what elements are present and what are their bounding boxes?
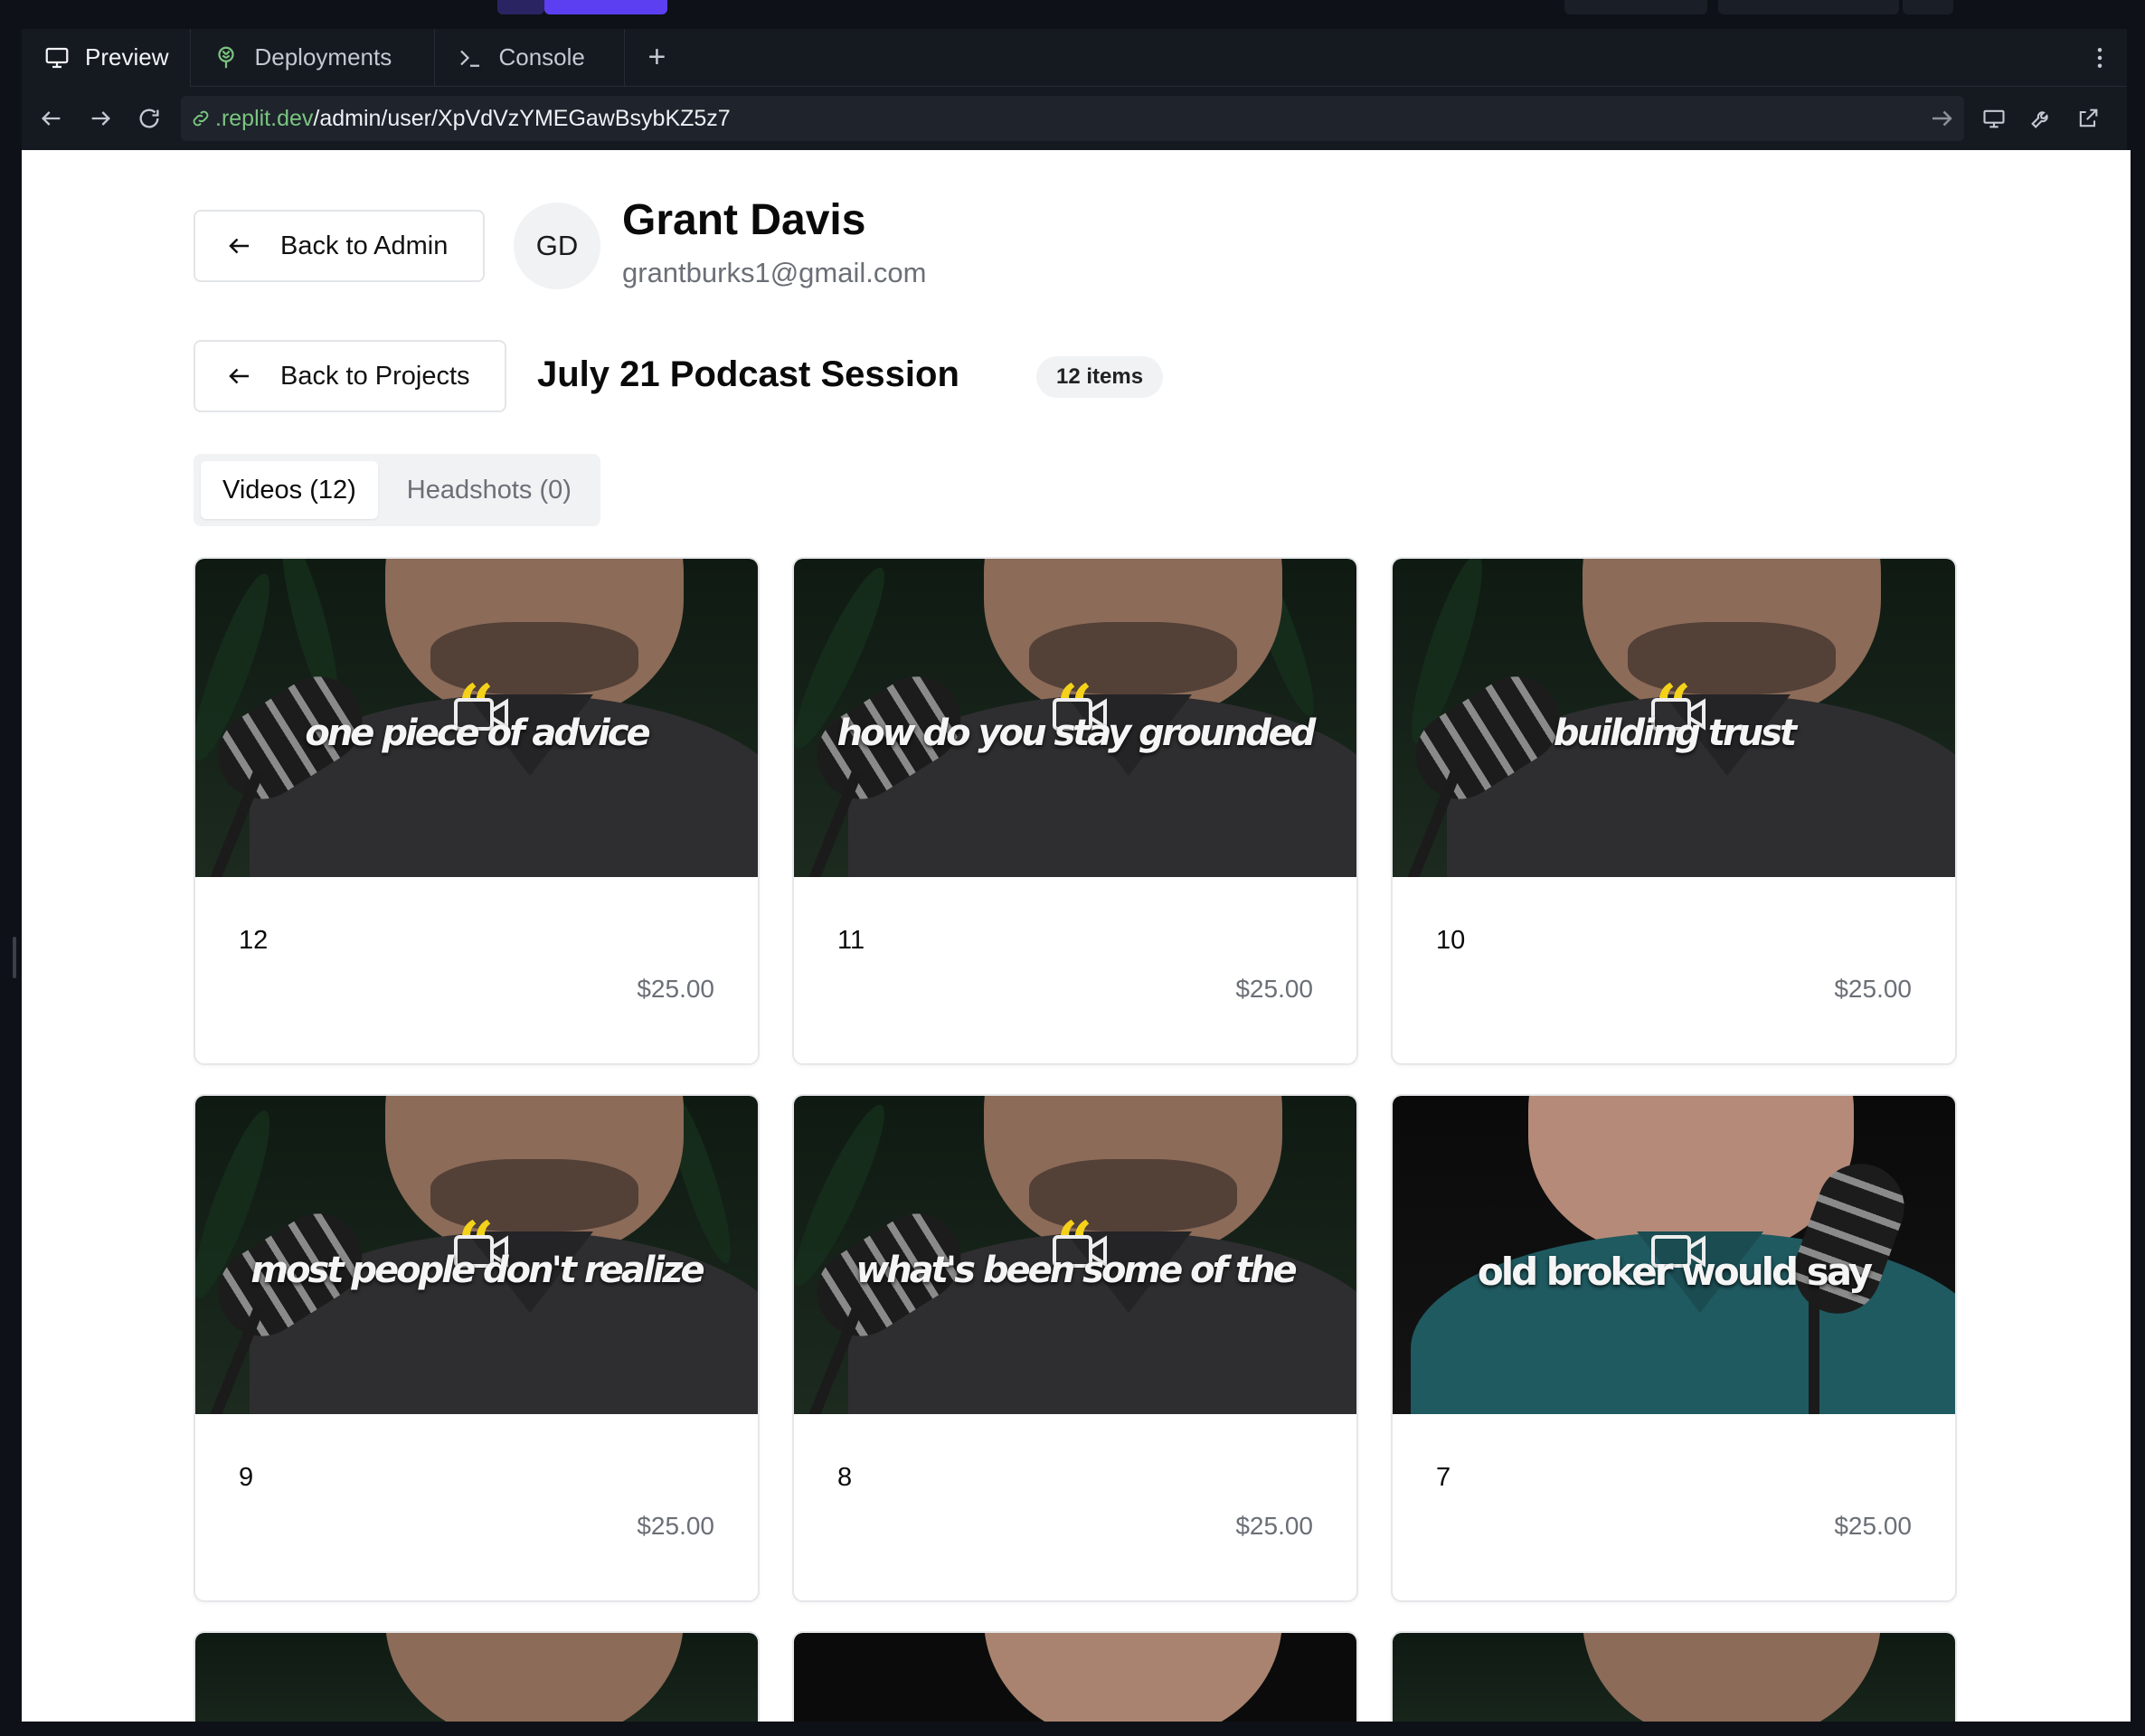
button-label: Back to Admin bbox=[280, 231, 449, 260]
video-card[interactable] bbox=[194, 1631, 760, 1722]
video-thumbnail bbox=[195, 1633, 758, 1722]
user-name: Grant Davis bbox=[622, 196, 866, 244]
video-thumbnail: old broker would say bbox=[1393, 1096, 1955, 1414]
devices-icon[interactable] bbox=[1973, 94, 2015, 143]
arrow-left-icon bbox=[229, 238, 249, 254]
video-thumbnail: “ one piece of advice bbox=[195, 559, 758, 877]
toolbar-button-ghost[interactable] bbox=[1564, 0, 1707, 14]
resize-handle[interactable] bbox=[13, 937, 16, 978]
tab-deployments[interactable]: Deployments bbox=[191, 28, 436, 87]
back-arrow-icon[interactable] bbox=[27, 94, 76, 143]
left-gutter bbox=[0, 87, 22, 1736]
video-price: $25.00 bbox=[1834, 1512, 1912, 1540]
video-card[interactable] bbox=[792, 1631, 1358, 1722]
ide-tab-bar: Preview Deployments Console + bbox=[22, 28, 2127, 87]
video-thumbnail: “ building trust bbox=[1393, 559, 1955, 877]
video-price: $25.00 bbox=[1834, 975, 1912, 1003]
video-number: 8 bbox=[837, 1463, 853, 1492]
reload-icon[interactable] bbox=[125, 94, 174, 143]
video-card[interactable] bbox=[1391, 1631, 1957, 1722]
monitor-icon bbox=[45, 47, 69, 68]
toolbar-button-ghost[interactable] bbox=[1903, 0, 1953, 14]
video-thumbnail: “ how do you stay grounded bbox=[794, 559, 1356, 877]
more-vertical-icon[interactable] bbox=[2073, 29, 2127, 87]
items-count-badge: 12 items bbox=[1036, 356, 1164, 398]
tab-console[interactable]: Console bbox=[435, 28, 626, 87]
video-thumbnail bbox=[794, 1633, 1356, 1722]
terminal-icon bbox=[460, 50, 480, 67]
url-field[interactable]: .replit.dev/admin/user/XpVdVzYMEGawBsybK… bbox=[181, 96, 1964, 141]
video-caption: one piece of advice bbox=[305, 712, 650, 754]
video-card[interactable]: “ what's been some of the 8 $25.00 bbox=[792, 1094, 1358, 1602]
video-thumbnail: “ what's been some of the bbox=[794, 1096, 1356, 1414]
go-arrow-icon[interactable] bbox=[1928, 105, 1955, 132]
video-card[interactable]: old broker would say 7 $25.00 bbox=[1391, 1094, 1957, 1602]
tab-headshots[interactable]: Headshots (0) bbox=[385, 461, 593, 519]
video-caption: what's been some of the bbox=[855, 1250, 1297, 1291]
tab-preview[interactable]: Preview bbox=[22, 28, 192, 87]
add-tab-button[interactable]: + bbox=[625, 29, 688, 87]
open-external-icon[interactable] bbox=[2067, 94, 2109, 143]
video-number: 7 bbox=[1436, 1463, 1451, 1492]
video-card[interactable]: “ how do you stay grounded 11 $25.00 bbox=[792, 557, 1358, 1065]
arrow-left-icon bbox=[229, 368, 249, 384]
button-label: Back to Projects bbox=[280, 361, 470, 391]
forward-arrow-icon[interactable] bbox=[76, 94, 125, 143]
video-price: $25.00 bbox=[637, 975, 714, 1003]
back-to-projects-button[interactable]: Back to Projects bbox=[194, 340, 506, 412]
address-bar: .replit.dev/admin/user/XpVdVzYMEGawBsybK… bbox=[22, 87, 2127, 150]
video-price: $25.00 bbox=[1235, 975, 1313, 1003]
preview-pane: Back to Admin GD Grant Davis grantburks1… bbox=[22, 150, 2131, 1722]
video-caption: how do you stay grounded bbox=[836, 712, 1317, 754]
back-to-admin-button[interactable]: Back to Admin bbox=[194, 210, 485, 282]
video-thumbnail: “ most people don't realize bbox=[195, 1096, 758, 1414]
video-number: 12 bbox=[239, 926, 269, 955]
url-path: /admin/user/XpVdVzYMEGawBsybKZ5z7 bbox=[313, 105, 731, 131]
video-number: 10 bbox=[1436, 926, 1466, 955]
tab-label: Preview bbox=[85, 43, 169, 71]
video-number: 9 bbox=[239, 1463, 254, 1492]
video-price: $25.00 bbox=[1235, 1512, 1313, 1540]
media-tabs: Videos (12) Headshots (0) bbox=[194, 454, 600, 526]
ide-top-strip bbox=[0, 0, 2145, 29]
link-icon bbox=[193, 110, 209, 127]
video-thumbnail bbox=[1393, 1633, 1955, 1722]
tab-videos[interactable]: Videos (12) bbox=[201, 461, 378, 519]
video-card[interactable]: “ most people don't realize 9 $25.00 bbox=[194, 1094, 760, 1602]
toolbar-button-ghost[interactable] bbox=[1718, 0, 1899, 14]
avatar: GD bbox=[514, 203, 600, 289]
video-number: 11 bbox=[837, 926, 865, 955]
video-caption: most people don't realize bbox=[250, 1250, 704, 1291]
video-card[interactable]: “ building trust 10 $25.00 bbox=[1391, 557, 1957, 1065]
url-host: .replit.dev bbox=[215, 105, 314, 131]
tab-label: Deployments bbox=[254, 43, 392, 71]
video-price: $25.00 bbox=[637, 1512, 714, 1540]
video-caption: old broker would say bbox=[1477, 1250, 1873, 1294]
user-email: grantburks1@gmail.com bbox=[622, 257, 927, 288]
devtools-wrench-icon[interactable] bbox=[2020, 94, 2062, 143]
tab-label: Console bbox=[498, 43, 585, 71]
project-title: July 21 Podcast Session bbox=[537, 354, 959, 394]
video-card[interactable]: “ one piece of advice 12 $25.00 bbox=[194, 557, 760, 1065]
workspace-pill[interactable] bbox=[497, 0, 544, 14]
video-caption: building trust bbox=[1553, 712, 1797, 754]
run-button-pill[interactable] bbox=[544, 0, 667, 14]
deploy-tree-icon bbox=[218, 46, 235, 68]
